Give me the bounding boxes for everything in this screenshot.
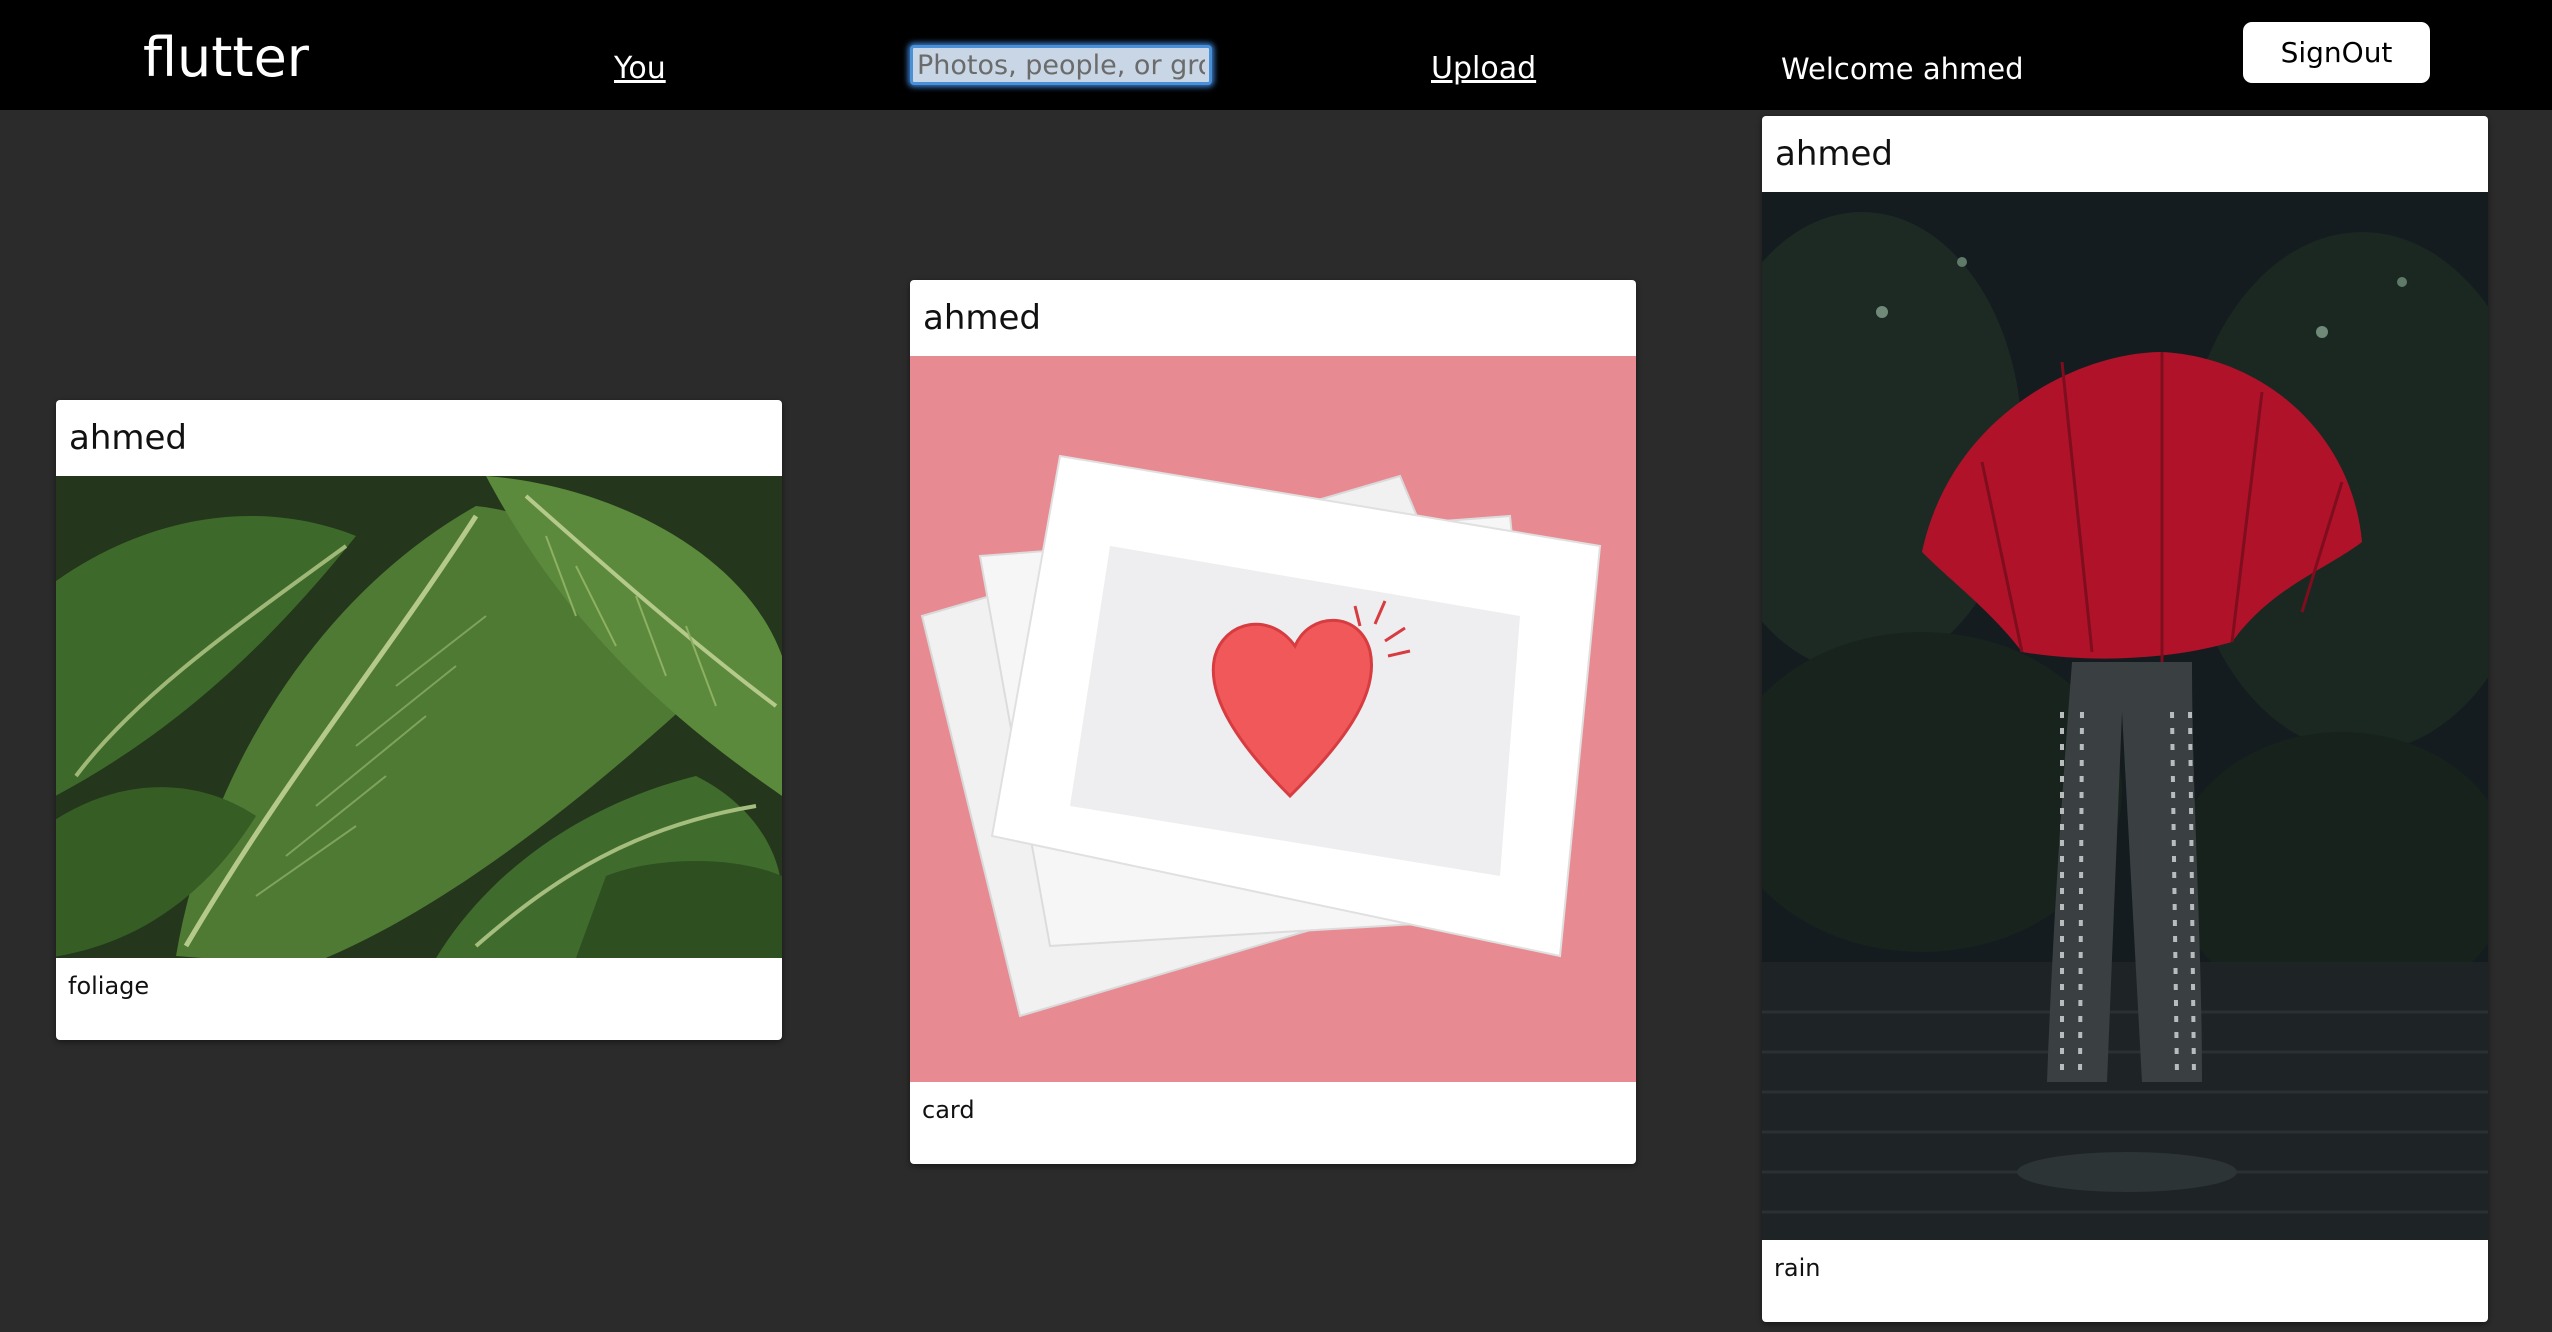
- card-username[interactable]: ahmed: [56, 400, 782, 476]
- card-caption: rain: [1774, 1254, 1821, 1282]
- brand-logo[interactable]: flutter: [143, 22, 309, 94]
- photo-image-card[interactable]: [910, 356, 1636, 1082]
- card-username[interactable]: ahmed: [1762, 116, 2488, 192]
- top-navbar: flutter You Upload Welcome ahmed SignOut: [0, 0, 2552, 110]
- nav-link-you[interactable]: You: [614, 49, 666, 89]
- signout-button[interactable]: SignOut: [2243, 22, 2430, 83]
- search-input[interactable]: [910, 45, 1212, 85]
- photo-card[interactable]: ahmed foliage: [56, 400, 782, 1040]
- photo-card[interactable]: ahmed card: [910, 280, 1636, 1164]
- welcome-message: Welcome ahmed: [1781, 52, 2024, 86]
- card-caption: card: [922, 1096, 975, 1124]
- card-caption: foliage: [68, 972, 150, 1000]
- nav-link-upload[interactable]: Upload: [1431, 49, 1536, 89]
- photo-image-foliage[interactable]: [56, 476, 782, 958]
- photo-card[interactable]: ahmed rain: [1762, 116, 2488, 1322]
- photo-image-rain[interactable]: [1762, 192, 2488, 1240]
- card-username[interactable]: ahmed: [910, 280, 1636, 356]
